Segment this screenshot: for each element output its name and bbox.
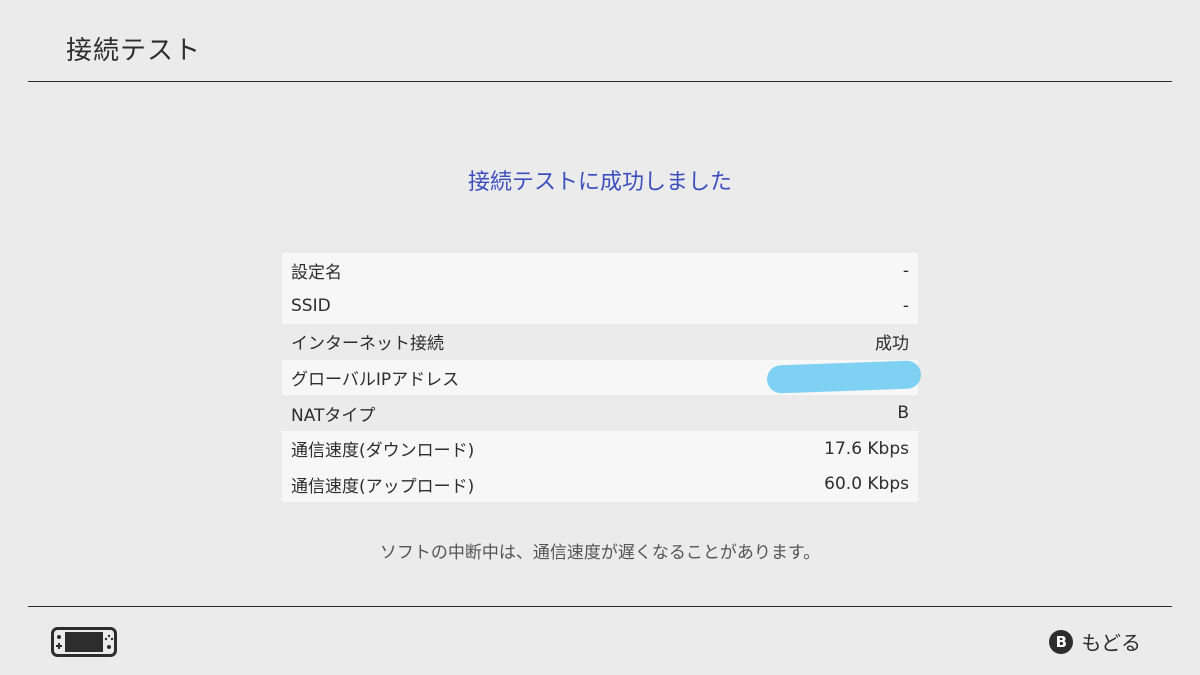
row-label: 通信速度(ダウンロード): [291, 441, 475, 462]
row-label: グローバルIPアドレス: [291, 370, 460, 391]
footer-divider: [28, 606, 1172, 607]
row-label: インターネット接続: [291, 334, 444, 355]
table-row: NATタイプ B: [282, 395, 918, 431]
row-value: B: [897, 403, 909, 424]
table-row: 通信速度(ダウンロード) 17.6 Kbps: [282, 430, 918, 467]
redaction-mark: [766, 360, 922, 394]
row-value: 60.0 Kbps: [824, 474, 909, 495]
header-divider: [28, 81, 1172, 82]
row-value: -: [902, 296, 909, 317]
handheld-console-icon: [51, 627, 117, 661]
table-row: 通信速度(アップロード) 60.0 Kbps: [282, 466, 918, 503]
connection-info-table: 設定名 - SSID - インターネット接続 成功 グローバルIPアドレス NA…: [282, 253, 922, 503]
row-label: NATタイプ: [291, 405, 376, 426]
row-value: 成功: [875, 334, 909, 355]
table-row: SSID -: [282, 288, 918, 325]
result-message: 接続テストに成功しました: [467, 170, 732, 195]
row-label: SSID: [291, 296, 331, 317]
speed-note: ソフトの中断中は、通信速度が遅くなることがあります。: [379, 543, 821, 563]
back-button[interactable]: B もどる: [1049, 627, 1141, 656]
table-row: 設定名 -: [282, 253, 918, 289]
back-label: もどる: [1081, 631, 1141, 655]
row-label: 設定名: [291, 263, 342, 284]
table-row: インターネット接続 成功: [282, 324, 918, 360]
row-value: -: [902, 260, 909, 281]
b-button-icon: B: [1049, 629, 1074, 654]
page-title: 接続テスト: [66, 36, 202, 66]
row-value: 17.6 Kbps: [824, 438, 909, 459]
row-label: 通信速度(アップロード): [291, 476, 475, 497]
